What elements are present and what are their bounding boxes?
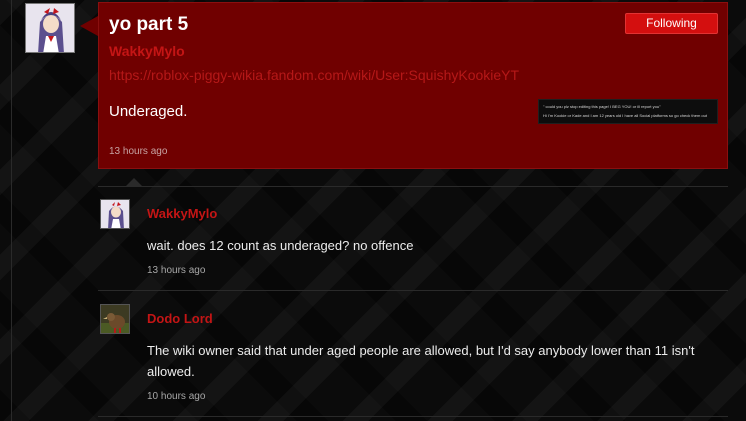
comment-avatar[interactable]	[100, 304, 130, 334]
page-left-border	[11, 0, 12, 421]
bird-avatar-image	[101, 305, 129, 333]
comment-timestamp: 13 hours ago	[147, 265, 206, 276]
comment-divider	[98, 416, 728, 417]
following-button[interactable]: Following	[625, 13, 718, 34]
post-title: yo part 5	[109, 14, 189, 35]
comment-author-name[interactable]: WakkyMylo	[147, 206, 217, 221]
comment-body-text: wait. does 12 count as underaged? no off…	[147, 238, 414, 253]
comment-author-name[interactable]: Dodo Lord	[147, 311, 213, 326]
post-author-avatar[interactable]	[25, 3, 75, 53]
comment-body-text: The wiki owner said that under aged peop…	[147, 343, 695, 379]
post-body-text: Underaged.	[109, 103, 188, 120]
post-attached-image[interactable]: " could you plz stop editing this page! …	[538, 99, 718, 124]
comment-avatar[interactable]	[100, 199, 130, 229]
comments-pointer	[126, 178, 142, 186]
post-card-pointer	[80, 16, 98, 36]
post-card: yo part 5 Following WakkyMylo https://ro…	[98, 2, 728, 169]
anime-avatar-image	[26, 4, 74, 52]
comments-divider	[98, 186, 728, 187]
attached-image-line-2: Hi I'm Kookie or Kade and I am 12 years …	[543, 113, 707, 118]
anime-avatar-image	[101, 200, 129, 228]
post-timestamp: 13 hours ago	[109, 146, 168, 157]
post-body-link[interactable]: https://roblox-piggy-wikia.fandom.com/wi…	[109, 67, 519, 83]
post-author-name[interactable]: WakkyMylo	[109, 43, 185, 59]
comment-timestamp: 10 hours ago	[147, 391, 206, 402]
comment-divider	[98, 290, 728, 291]
attached-image-line-1: " could you plz stop editing this page! …	[543, 104, 661, 109]
